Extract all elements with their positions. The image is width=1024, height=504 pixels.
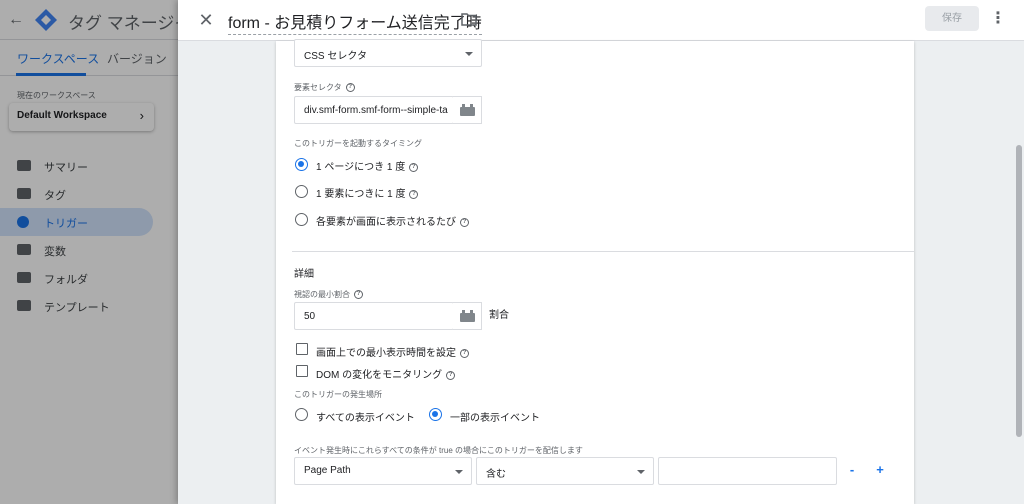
advanced-section-title: 詳細 (294, 269, 314, 280)
help-icon[interactable]: ? (460, 217, 469, 227)
help-icon[interactable]: ? (409, 189, 419, 199)
help-icon[interactable]: ? (345, 83, 355, 93)
condition-label: イベント発生時にこれらすべての条件が true の場合にこのトリガーを配信します (294, 446, 583, 455)
fires-on-label: このトリガーの発生場所 (294, 390, 382, 399)
radio-all-events-label: すべての表示イベント (316, 413, 415, 424)
min-time-label: 画面上での最小表示時間を設定? (316, 344, 469, 359)
condition-operator-select[interactable]: 含む (476, 457, 654, 485)
trigger-config-card: CSS セレクタ 要素セレクタ? div.smf-form.smf-form--… (276, 39, 914, 504)
timing-label: このトリガーを起動するタイミング (294, 139, 422, 148)
radio-every-time-label: 各要素が画面に表示されるたび? (316, 213, 469, 228)
folder-icon[interactable] (461, 12, 477, 26)
section-divider (292, 251, 914, 252)
add-condition-button[interactable]: + (873, 462, 887, 477)
element-selector-label: 要素セレクタ? (294, 82, 355, 93)
radio-once-per-page-label: 1 ページにつき 1 度? (316, 158, 419, 173)
close-icon[interactable]: ✕ (194, 8, 218, 32)
radio-all-visibility-events[interactable] (295, 408, 308, 421)
condition-operator-value: 含む (486, 469, 506, 480)
trigger-name-title[interactable]: form - お見積りフォーム送信完了時 (228, 9, 482, 35)
caret-down-icon (455, 470, 463, 474)
more-vert-icon[interactable]: ⋮ (990, 8, 1006, 32)
radio-some-events-label: 一部の表示イベント (450, 413, 540, 424)
dom-changes-checkbox[interactable] (296, 365, 308, 377)
min-visible-label: 視認の最小割合? (294, 289, 363, 300)
help-icon[interactable]: ? (409, 162, 419, 172)
radio-every-time[interactable] (295, 213, 308, 226)
radio-once-per-element[interactable] (295, 185, 308, 198)
help-icon[interactable]: ? (354, 290, 363, 300)
help-icon[interactable]: ? (446, 370, 456, 380)
variable-picker-button[interactable] (453, 96, 482, 124)
variable-brick-icon (460, 104, 475, 116)
radio-once-per-page[interactable] (295, 158, 308, 171)
caret-down-icon (465, 52, 473, 56)
dom-changes-label: DOM の変化をモニタリング? (316, 366, 456, 381)
min-visible-unit: 割合 (489, 310, 509, 321)
variable-picker-button[interactable] (453, 302, 482, 330)
remove-condition-button[interactable]: - (845, 462, 859, 477)
element-selector-value: div.smf-form.smf-form--simple-ta (304, 105, 448, 116)
radio-some-visibility-events[interactable] (429, 408, 442, 421)
selection-method-select[interactable]: CSS セレクタ (294, 39, 482, 67)
condition-variable-select[interactable]: Page Path (294, 457, 472, 485)
help-icon[interactable]: ? (460, 348, 469, 358)
save-button[interactable]: 保存 (925, 6, 979, 31)
scrollbar-thumb[interactable] (1016, 145, 1022, 437)
min-visible-input[interactable]: 50 (294, 302, 454, 330)
condition-variable-value: Page Path (304, 465, 351, 476)
min-time-checkbox[interactable] (296, 343, 308, 355)
variable-brick-icon (460, 310, 475, 322)
element-selector-input[interactable]: div.smf-form.smf-form--simple-ta (294, 96, 454, 124)
scrollbar[interactable] (1014, 41, 1024, 504)
caret-down-icon (637, 470, 645, 474)
radio-once-per-element-label: 1 要素につきに 1 度? (316, 185, 419, 200)
selection-method-value: CSS セレクタ (304, 51, 367, 62)
trigger-editor-sheet: ✕ form - お見積りフォーム送信完了時 保存 ⋮ CSS セレクタ 要素セ… (178, 0, 1024, 504)
sheet-header: ✕ form - お見積りフォーム送信完了時 保存 ⋮ (178, 0, 1024, 41)
condition-value-input[interactable] (658, 457, 837, 485)
min-visible-value: 50 (304, 311, 316, 322)
